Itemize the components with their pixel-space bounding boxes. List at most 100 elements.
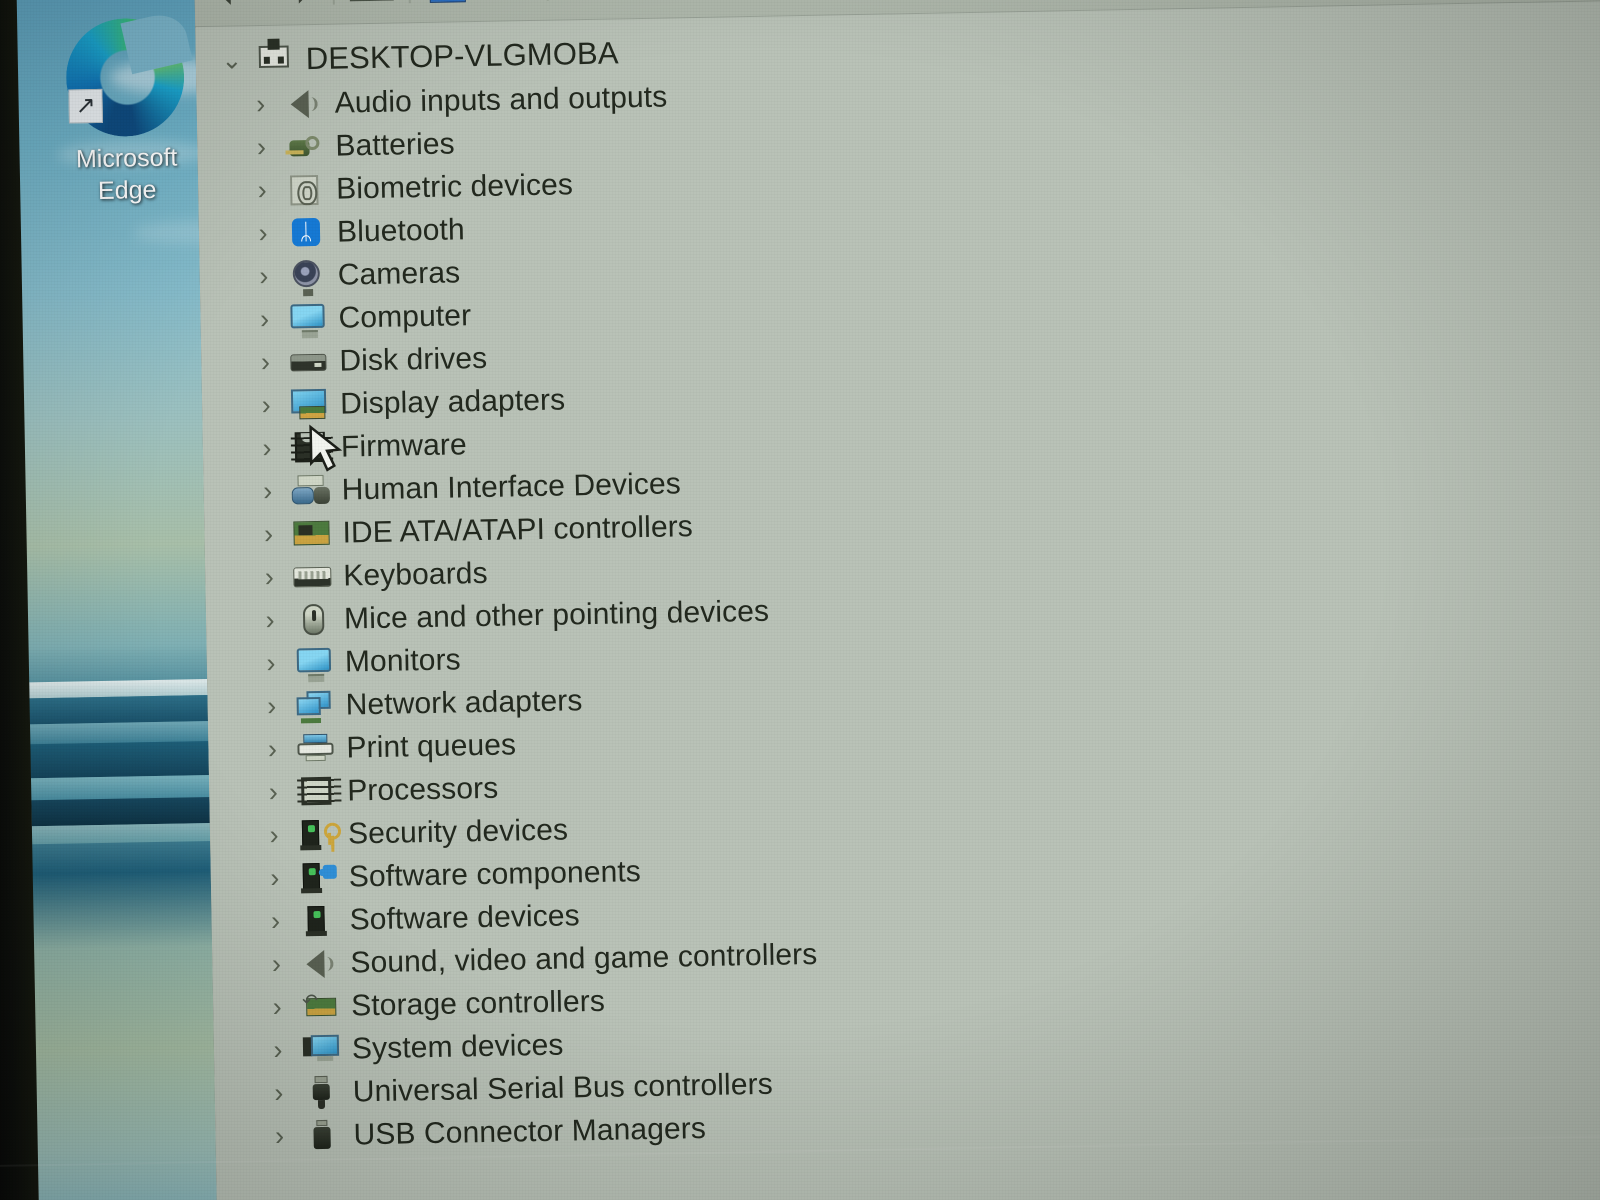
chevron-right-icon[interactable]: › (249, 648, 293, 678)
chevron-right-icon[interactable]: › (246, 476, 290, 506)
help-icon: ? (429, 0, 466, 3)
bluetooth-icon: ᛦ (285, 215, 328, 250)
speaker-icon (282, 86, 325, 121)
console-tree-icon: ◀ (349, 0, 394, 1)
toolbar-separator (408, 0, 411, 3)
software-component-icon (297, 860, 340, 895)
chevron-right-icon[interactable]: › (242, 304, 286, 334)
chevron-right-icon[interactable]: › (240, 175, 284, 205)
tree-item-label: Universal Serial Bus controllers (352, 1067, 774, 1108)
firmware-chip-icon (289, 430, 332, 465)
tree-item-label: Firmware (340, 427, 468, 464)
tree-item-label: System devices (351, 1028, 564, 1065)
shortcut-arrow-icon: ↗ (68, 88, 103, 124)
tree-item-label: Disk drives (339, 341, 488, 378)
back-arrow-icon (210, 0, 255, 5)
chevron-right-icon[interactable]: › (246, 519, 290, 549)
security-key-icon (296, 817, 339, 852)
desktop-icon-label-line2: Edge (97, 175, 157, 205)
desktop-icon-microsoft-edge[interactable]: ↗ Microsoft Edge (39, 9, 213, 250)
tree-item-label: Security devices (347, 812, 569, 851)
processor-icon (295, 774, 338, 809)
chevron-down-icon[interactable]: ⌄ (210, 46, 254, 74)
chevron-right-icon[interactable]: › (245, 433, 289, 463)
computer-network-icon (254, 42, 297, 77)
tree-item-label: Software devices (349, 898, 580, 936)
tree-children: › Audio inputs and outputs › Batteries › Biom… (196, 57, 1600, 1159)
tree-item-label: Human Interface Devices (341, 466, 682, 507)
scan-hardware-changes-button[interactable] (554, 0, 617, 9)
chevron-right-icon[interactable]: › (248, 605, 292, 635)
toolbar-separator (332, 0, 335, 5)
system-device-icon (300, 1032, 343, 1067)
chevron-right-icon[interactable]: › (257, 1121, 301, 1151)
mouse-icon (292, 602, 335, 637)
device-manager-window: ◀ ? ▶ (193, 0, 1600, 1200)
tree-item-label: Biometric devices (335, 167, 574, 206)
tree-item-label: Mice and other pointing devices (343, 594, 770, 636)
tree-item-label: Storage controllers (350, 984, 606, 1022)
chevron-right-icon[interactable]: › (253, 863, 297, 893)
show-hide-console-tree-button[interactable]: ◀ (340, 0, 403, 13)
tree-item-label: Audio inputs and outputs (334, 80, 668, 120)
chevron-right-icon[interactable]: › (242, 261, 286, 291)
hid-icon (289, 473, 332, 508)
chevron-right-icon[interactable]: › (243, 347, 287, 377)
monitor-icon (286, 301, 329, 336)
tree-item-label: IDE ATA/ATAPI controllers (342, 509, 694, 550)
tree-item-label: Display adapters (339, 382, 566, 421)
ide-controller-icon (290, 516, 333, 551)
tree-item-label: Sound, video and game controllers (350, 937, 818, 979)
chevron-right-icon[interactable]: › (247, 562, 291, 592)
chevron-right-icon[interactable]: › (249, 691, 293, 721)
tree-item-label: USB Connector Managers (353, 1111, 707, 1151)
back-button[interactable] (202, 0, 265, 16)
screen-photograph: ↗ Microsoft Edge ⌄ DESKTOP-VLGMOBA › Aud… (0, 0, 1600, 1200)
chevron-right-icon[interactable]: › (254, 949, 298, 979)
device-tree[interactable]: ⌄ DESKTOP-VLGMOBA › Audio inputs and outp… (195, 1, 1600, 1200)
tree-item-label: Batteries (335, 126, 456, 163)
chevron-right-icon[interactable]: › (250, 734, 294, 764)
tree-item-label: Cameras (337, 255, 461, 292)
properties-button[interactable]: ▶ (478, 0, 541, 10)
tree-item-label: Computer (338, 298, 472, 335)
battery-icon (283, 129, 326, 164)
forward-arrow-icon (274, 0, 319, 4)
help-button[interactable]: ? (416, 0, 479, 12)
speaker-icon (298, 946, 341, 981)
chevron-right-icon[interactable]: › (239, 132, 283, 162)
tree-item-label: Print queues (346, 727, 517, 765)
software-device-icon (297, 903, 340, 938)
tree-item-label: Processors (346, 771, 499, 808)
desktop-icon-label: Microsoft Edge (41, 141, 212, 208)
screen-content: ↗ Microsoft Edge ⌄ DESKTOP-VLGMOBA › Aud… (0, 0, 1600, 1200)
edge-icon: ↗ (65, 9, 193, 138)
forward-button[interactable] (264, 0, 327, 14)
tree-item-label: Keyboards (343, 556, 488, 593)
chevron-right-icon[interactable]: › (255, 992, 299, 1022)
chevron-right-icon[interactable]: › (257, 1078, 301, 1108)
chevron-right-icon[interactable]: › (256, 1035, 300, 1065)
tree-item-label: Monitors (344, 642, 462, 679)
printer-icon (294, 731, 337, 766)
desktop-icon-label-line1: Microsoft (75, 143, 178, 174)
network-adapter-icon (293, 688, 336, 723)
keyboard-icon (291, 559, 334, 594)
chevron-right-icon[interactable]: › (252, 820, 296, 850)
fingerprint-icon (284, 172, 327, 207)
tree-item-label: Bluetooth (336, 212, 465, 249)
storage-controller-icon: ↶ (299, 989, 342, 1024)
camera-icon (286, 258, 329, 293)
chevron-right-icon[interactable]: › (238, 89, 282, 119)
display-adapter-icon (288, 387, 331, 422)
usb-icon (300, 1075, 343, 1110)
usb-connector-icon (301, 1118, 344, 1153)
chevron-right-icon[interactable]: › (244, 390, 288, 420)
chevron-right-icon[interactable]: › (241, 218, 285, 248)
tree-item-label: Software components (348, 854, 642, 893)
tree-item-label: Network adapters (345, 683, 583, 722)
chevron-right-icon[interactable]: › (253, 906, 297, 936)
tree-root-label: DESKTOP-VLGMOBA (305, 35, 619, 77)
chevron-right-icon[interactable]: › (251, 777, 295, 807)
disk-drive-icon (287, 344, 330, 379)
